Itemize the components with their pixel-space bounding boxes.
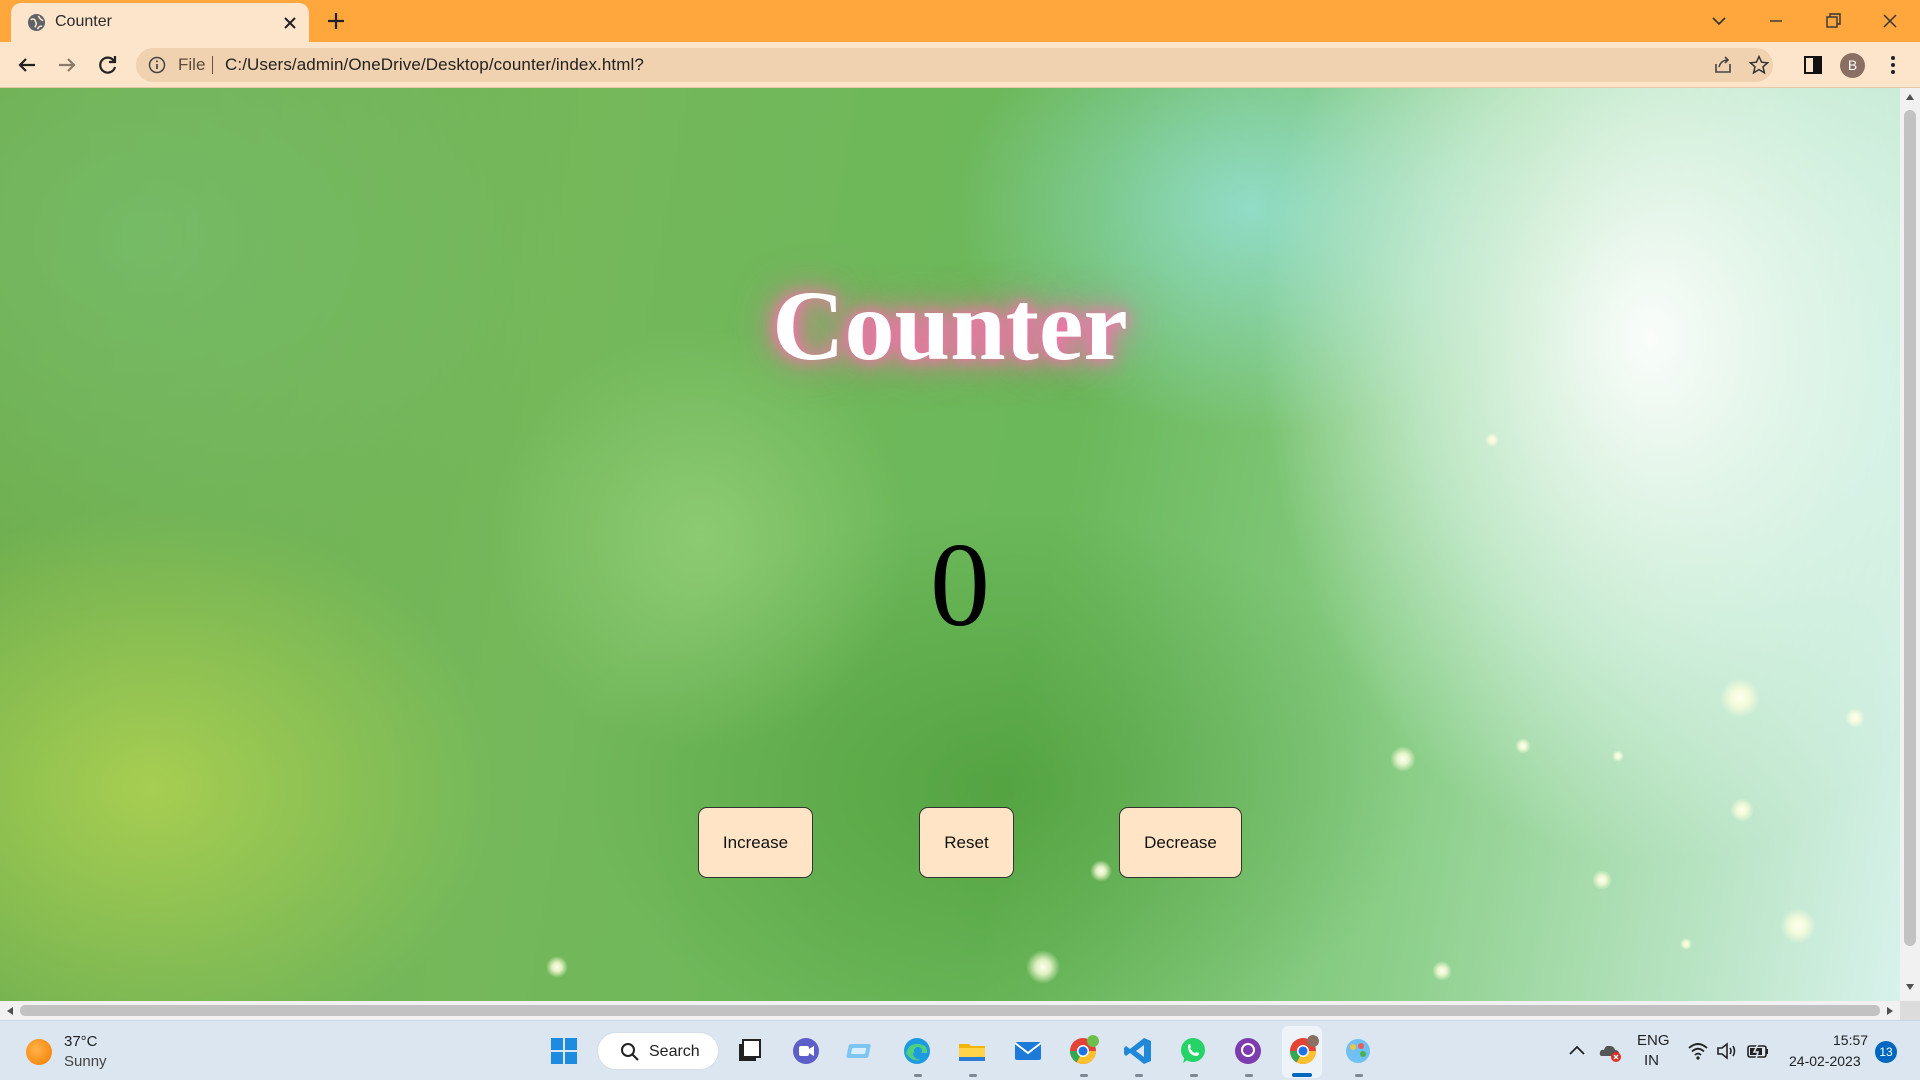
running-indicator xyxy=(1245,1074,1253,1077)
address-separator xyxy=(212,56,213,74)
sparkle xyxy=(1720,678,1760,718)
restore-icon[interactable] xyxy=(1820,8,1846,34)
minimize-icon[interactable] xyxy=(1763,8,1789,34)
sparkle xyxy=(1090,860,1112,882)
reset-button[interactable]: Reset xyxy=(919,807,1014,878)
sparkle xyxy=(1485,433,1499,447)
volume-icon[interactable] xyxy=(1716,1041,1738,1061)
edge-browser-icon[interactable] xyxy=(901,1035,933,1067)
close-window-icon[interactable] xyxy=(1877,8,1903,34)
weather-temperature[interactable]: 37°C xyxy=(64,1033,98,1050)
paint-app-icon[interactable] xyxy=(1342,1035,1374,1067)
browser-toolbar: File C:/Users/admin/OneDrive/Desktop/cou… xyxy=(0,42,1920,88)
github-icon[interactable] xyxy=(1232,1035,1264,1067)
running-indicator xyxy=(914,1074,922,1077)
sparkle xyxy=(1612,750,1624,762)
sparkle xyxy=(1845,708,1865,728)
tray-overflow-chevron-icon[interactable] xyxy=(1568,1043,1586,1057)
horizontal-scrollbar[interactable] xyxy=(0,1001,1900,1020)
taskbar-search[interactable]: Search xyxy=(597,1032,719,1070)
active-app-indicator xyxy=(1292,1073,1312,1077)
globe-icon xyxy=(27,13,46,32)
scroll-left-arrow-icon[interactable] xyxy=(6,1006,14,1016)
chrome-active-icon[interactable] xyxy=(1287,1035,1319,1067)
tab-search-chevron-icon[interactable] xyxy=(1706,8,1732,34)
browser-tab-counter[interactable]: Counter xyxy=(11,3,309,42)
decrease-button[interactable]: Decrease xyxy=(1119,807,1242,878)
sparkle xyxy=(1432,961,1452,981)
running-indicator xyxy=(1190,1074,1198,1077)
scroll-right-arrow-icon[interactable] xyxy=(1886,1006,1894,1016)
browser-tab-strip: Counter xyxy=(0,0,1920,42)
counter-value: 0 xyxy=(930,518,990,651)
teams-chat-icon[interactable] xyxy=(790,1035,822,1067)
battery-charging-icon[interactable] xyxy=(1746,1042,1770,1060)
sparkle xyxy=(1680,938,1692,950)
running-indicator xyxy=(969,1074,977,1077)
region-label[interactable]: IN xyxy=(1644,1052,1659,1069)
vertical-scrollbar[interactable] xyxy=(1900,88,1920,1001)
task-view-icon[interactable] xyxy=(734,1035,766,1067)
increase-button[interactable]: Increase xyxy=(698,807,813,878)
sparkle xyxy=(546,956,568,978)
chrome-profile-icon[interactable] xyxy=(1067,1035,1099,1067)
horizontal-scroll-thumb[interactable] xyxy=(20,1005,1880,1016)
vscode-icon[interactable] xyxy=(1122,1035,1154,1067)
close-tab-icon[interactable] xyxy=(279,12,301,34)
new-tab-icon[interactable] xyxy=(324,9,348,33)
widgets-app-icon[interactable] xyxy=(846,1035,878,1067)
address-scheme-label: File xyxy=(178,55,206,74)
reload-icon[interactable] xyxy=(95,52,121,78)
taskbar: 37°C Sunny Search ENG IN 15:57 24-02-202… xyxy=(0,1020,1920,1080)
wifi-icon[interactable] xyxy=(1687,1041,1709,1061)
sparkle xyxy=(1515,738,1531,754)
running-indicator xyxy=(1355,1074,1363,1077)
back-arrow-icon[interactable] xyxy=(14,52,40,78)
page-title: Counter xyxy=(772,270,1128,381)
onedrive-error-icon[interactable] xyxy=(1598,1041,1622,1063)
running-indicator xyxy=(1080,1074,1088,1077)
profile-avatar[interactable]: B xyxy=(1840,53,1865,78)
clock-time[interactable]: 15:57 xyxy=(1833,1032,1868,1048)
address-url[interactable]: C:/Users/admin/OneDrive/Desktop/counter/… xyxy=(225,55,644,75)
sparkle xyxy=(1592,870,1612,890)
sparkle xyxy=(1780,908,1816,944)
page-viewport: Counter 0 Increase Reset Decrease xyxy=(0,88,1900,1001)
language-label[interactable]: ENG xyxy=(1637,1032,1670,1049)
scroll-down-arrow-icon[interactable] xyxy=(1905,983,1915,991)
sparkle xyxy=(1026,950,1060,984)
search-label: Search xyxy=(649,1043,700,1060)
notification-count-badge[interactable]: 13 xyxy=(1875,1041,1897,1063)
address-bar[interactable]: File C:/Users/admin/OneDrive/Desktop/cou… xyxy=(136,48,1773,82)
scroll-up-arrow-icon[interactable] xyxy=(1905,93,1915,101)
forward-arrow-icon[interactable] xyxy=(54,52,80,78)
tab-title: Counter xyxy=(55,13,112,30)
search-icon xyxy=(621,1043,639,1061)
sparkle xyxy=(1730,798,1754,822)
sun-weather-icon[interactable] xyxy=(26,1039,52,1065)
file-explorer-icon[interactable] xyxy=(956,1035,988,1067)
side-panel-icon[interactable] xyxy=(1800,52,1826,78)
clock-date[interactable]: 24-02-2023 xyxy=(1789,1053,1861,1069)
bookmark-star-icon[interactable] xyxy=(1748,54,1770,76)
scrollbar-corner xyxy=(1900,1001,1920,1020)
info-icon[interactable] xyxy=(148,56,166,74)
mail-icon[interactable] xyxy=(1012,1035,1044,1067)
more-menu-icon[interactable] xyxy=(1880,52,1906,78)
windows-start-icon[interactable] xyxy=(548,1035,580,1067)
sparkle xyxy=(1390,746,1416,772)
whatsapp-icon[interactable] xyxy=(1177,1035,1209,1067)
running-indicator xyxy=(1135,1074,1143,1077)
vertical-scroll-thumb[interactable] xyxy=(1904,110,1916,946)
weather-description[interactable]: Sunny xyxy=(64,1053,107,1070)
share-icon[interactable] xyxy=(1712,54,1734,76)
